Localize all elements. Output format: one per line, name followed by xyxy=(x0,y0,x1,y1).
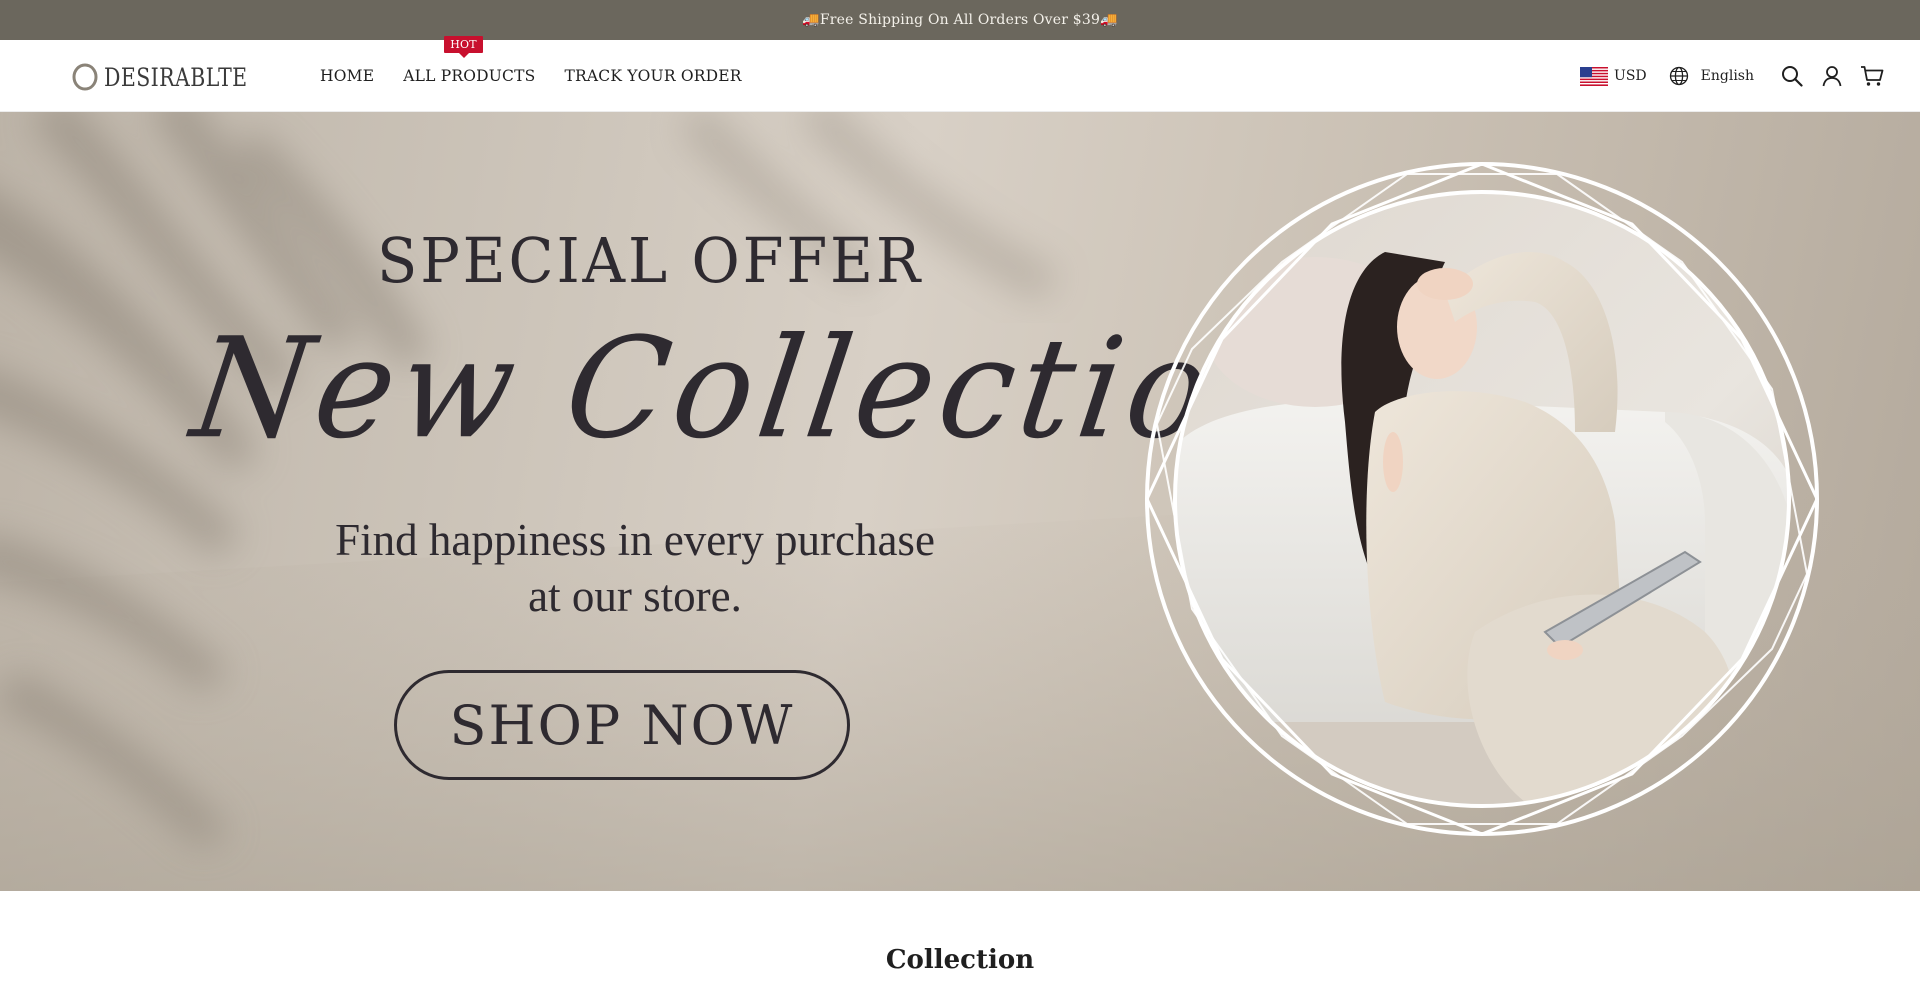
nav-home[interactable]: HOME xyxy=(320,67,374,85)
hero-model-image xyxy=(1145,162,1819,836)
hero-tagline-line-1: Find happiness in every purchase xyxy=(335,515,935,565)
collection-section-title: Collection xyxy=(885,945,1035,975)
site-logo[interactable]: DESIRABLTE xyxy=(72,62,279,92)
language-label: English xyxy=(1700,68,1754,84)
cart-icon xyxy=(1861,66,1884,86)
hero-tagline-line-2: at our store. xyxy=(528,571,742,621)
nav-track-order[interactable]: TRACK YOUR ORDER xyxy=(564,67,741,85)
announcement-bar: 🚚Free Shipping On All Orders Over $39🚚 xyxy=(0,0,1920,40)
nav-all-products[interactable]: ALL PRODUCTS HOT xyxy=(403,36,536,85)
logo-ring-icon xyxy=(72,63,98,91)
globe-icon xyxy=(1669,66,1688,86)
hero-banner[interactable]: SPECIAL OFFER New Collection Find happin… xyxy=(0,112,1920,891)
account-button[interactable] xyxy=(1812,56,1852,96)
account-icon xyxy=(1822,66,1842,87)
hero-script-title: New Collection xyxy=(183,308,1316,470)
site-header: DESIRABLTE HOME ALL PRODUCTS HOT TRACK Y… xyxy=(0,36,1920,112)
nav-all-products-label: ALL PRODUCTS xyxy=(403,67,536,85)
hero-headline: SPECIAL OFFER xyxy=(377,224,924,297)
shop-now-button[interactable]: SHOP NOW xyxy=(394,670,850,780)
search-button[interactable] xyxy=(1772,56,1812,96)
logo-text: DESIRABLTE xyxy=(104,62,248,92)
currency-selector[interactable]: USD xyxy=(1580,66,1647,86)
header-utilities: USD English xyxy=(1580,40,1892,112)
hero-tagline: Find happiness in every purchase at our … xyxy=(260,512,1010,624)
us-flag-icon xyxy=(1580,66,1609,86)
announcement-text: 🚚Free Shipping On All Orders Over $39🚚 xyxy=(802,12,1118,28)
currency-label: USD xyxy=(1614,68,1647,84)
cart-button[interactable] xyxy=(1852,56,1892,96)
hot-badge: HOT xyxy=(444,36,483,58)
search-icon xyxy=(1782,66,1803,87)
language-selector[interactable]: English xyxy=(1669,66,1754,86)
main-nav: HOME ALL PRODUCTS HOT TRACK YOUR ORDER xyxy=(320,36,771,112)
